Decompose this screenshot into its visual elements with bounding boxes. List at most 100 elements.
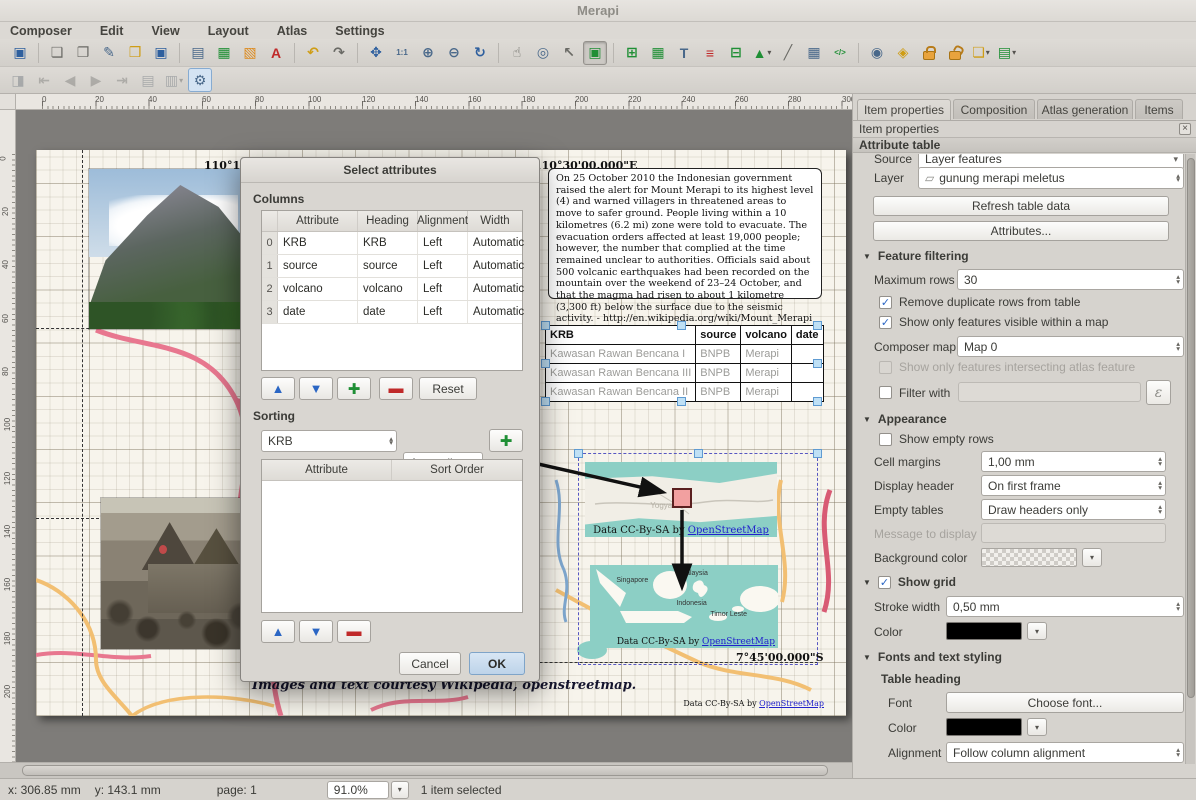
grid-color-dropdown[interactable]: ▾ <box>1027 622 1047 640</box>
new-composition-icon[interactable]: ❏ <box>45 41 69 65</box>
pan-icon[interactable]: ☝ <box>505 41 529 65</box>
open-folder-icon[interactable]: ❒ <box>123 41 147 65</box>
selection-handle[interactable] <box>677 321 686 330</box>
sort-move-down-button[interactable]: ▼ <box>299 620 333 643</box>
sort-remove-button[interactable]: ▬ <box>337 620 371 643</box>
redo-icon[interactable]: ↷ <box>327 41 351 65</box>
alignment-combo[interactable]: Follow column alignment ▴▾ <box>946 742 1184 763</box>
grid-header-width[interactable]: Width <box>468 211 522 231</box>
atlas-settings-icon[interactable]: ⚙ <box>188 68 212 92</box>
align-items-icon[interactable]: ▤▾ <box>995 41 1019 65</box>
column-move-down-button[interactable]: ▼ <box>299 377 333 400</box>
duplicate-composition-icon[interactable]: ❐ <box>71 41 95 65</box>
add-label-icon[interactable]: T <box>672 41 696 65</box>
refresh-table-data-button[interactable]: Refresh table data <box>873 196 1169 216</box>
appearance-section[interactable]: ▼Appearance <box>863 412 947 426</box>
selection-handle[interactable] <box>813 359 822 368</box>
unlock-items-icon[interactable] <box>943 41 967 65</box>
menu-layout[interactable]: Layout <box>208 24 249 38</box>
sort-attribute-combo[interactable]: KRB ▴▾ <box>261 430 397 452</box>
grid-color-swatch[interactable] <box>946 622 1022 640</box>
add-map-icon[interactable]: ⊞ <box>620 41 644 65</box>
grid-header-attribute[interactable]: Attribute <box>278 211 358 231</box>
display-header-combo[interactable]: On first frame ▴▾ <box>981 475 1166 496</box>
column-move-up-button[interactable]: ▲ <box>261 377 295 400</box>
close-icon[interactable]: × <box>1179 123 1191 135</box>
zoom-level-dropdown[interactable]: ▾ <box>391 781 409 799</box>
dialog-titlebar[interactable]: Select attributes <box>241 158 539 183</box>
sorting-grid[interactable]: Attribute Sort Order <box>261 459 523 613</box>
next-feature-icon[interactable]: ▶ <box>84 68 108 92</box>
zoom-region-icon[interactable]: ◎ <box>531 41 555 65</box>
tab-items[interactable]: Items <box>1135 99 1183 119</box>
export-svg-icon[interactable]: ▧ <box>238 41 262 65</box>
zoom-actual-icon[interactable]: 1:1 <box>390 41 414 65</box>
selection-handle[interactable] <box>813 321 822 330</box>
raise-items-icon[interactable]: ❏▾ <box>969 41 993 65</box>
ok-button[interactable]: OK <box>469 652 525 675</box>
refresh-icon[interactable]: ↻ <box>468 41 492 65</box>
menu-edit[interactable]: Edit <box>100 24 124 38</box>
sort-add-button[interactable]: ✚ <box>489 429 523 452</box>
undo-icon[interactable]: ↶ <box>301 41 325 65</box>
selection-handle[interactable] <box>813 449 822 458</box>
column-add-button[interactable]: ✚ <box>337 377 371 400</box>
zoom-in-icon[interactable]: ⊕ <box>416 41 440 65</box>
tab-composition[interactable]: Composition <box>953 99 1035 119</box>
heading-color-swatch[interactable] <box>946 718 1022 736</box>
selection-handle[interactable] <box>541 397 550 406</box>
cancel-button[interactable]: Cancel <box>399 652 461 675</box>
filter-with-checkbox[interactable] <box>879 386 892 399</box>
fonts-section[interactable]: ▼Fonts and text styling <box>863 650 1002 664</box>
first-feature-icon[interactable]: ⇤ <box>32 68 56 92</box>
zoom-level-combo[interactable]: 91.0% <box>327 781 389 799</box>
reset-button[interactable]: Reset <box>419 377 477 400</box>
grid-row[interactable]: 3 date date Left Automatic <box>262 301 522 324</box>
add-image-icon[interactable]: ▦ <box>646 41 670 65</box>
horizontal-scrollbar[interactable] <box>0 762 852 778</box>
scrollbar-thumb[interactable] <box>22 765 828 776</box>
expression-builder-button[interactable]: ε <box>1146 380 1171 405</box>
add-attribute-table-icon[interactable]: ▦ <box>802 41 826 65</box>
choose-font-button[interactable]: Choose font... <box>946 692 1184 713</box>
previous-feature-icon[interactable]: ◀ <box>58 68 82 92</box>
stroke-width-spinbox[interactable]: 0,50 mm ▴▾ <box>946 596 1184 617</box>
print-icon[interactable]: ▤ <box>186 41 210 65</box>
sort-header-order[interactable]: Sort Order <box>392 460 522 480</box>
tab-item-properties[interactable]: Item properties <box>857 99 951 120</box>
remove-duplicate-checkbox[interactable]: ✓ <box>879 296 892 309</box>
grid-header-alignment[interactable]: Alignment <box>418 211 468 231</box>
window-titlebar[interactable]: Merapi <box>0 0 1196 22</box>
show-grid-section[interactable]: ▼ ✓ Show grid <box>863 575 956 589</box>
selection-handle[interactable] <box>574 449 583 458</box>
composer-map-combo[interactable]: Map 0 ▴▾ <box>957 336 1184 357</box>
menu-settings[interactable]: Settings <box>335 24 384 38</box>
last-feature-icon[interactable]: ⇥ <box>110 68 134 92</box>
add-shape-icon[interactable]: ▲▾ <box>750 41 774 65</box>
add-arrow-icon[interactable]: ╱ <box>776 41 800 65</box>
grid-row[interactable]: 2 volcano volcano Left Automatic <box>262 278 522 301</box>
columns-grid[interactable]: Attribute Heading Alignment Width 0 KRB … <box>261 210 523 371</box>
menu-composer[interactable]: Composer <box>10 24 72 38</box>
export-image-icon[interactable]: ▦ <box>212 41 236 65</box>
empty-tables-combo[interactable]: Draw headers only ▴▾ <box>981 499 1166 520</box>
grid-header-heading[interactable]: Heading <box>358 211 418 231</box>
lock-items-icon[interactable] <box>917 41 941 65</box>
heading-color-dropdown[interactable]: ▾ <box>1027 718 1047 736</box>
selection-handle[interactable] <box>541 321 550 330</box>
selection-handle[interactable] <box>813 397 822 406</box>
intersect-atlas-checkbox[interactable] <box>879 361 892 374</box>
move-content-icon[interactable]: ◈ <box>891 41 915 65</box>
composition-manager-icon[interactable]: ✎ <box>97 41 121 65</box>
zoom-out-icon[interactable]: ⊖ <box>442 41 466 65</box>
feature-filtering-section[interactable]: ▼Feature filtering <box>863 249 969 263</box>
maximum-rows-spinbox[interactable]: 30 ▴▾ <box>957 269 1184 290</box>
grid-row[interactable]: 1 source source Left Automatic <box>262 255 522 278</box>
menu-atlas[interactable]: Atlas <box>277 24 308 38</box>
save-icon[interactable]: ▣ <box>8 41 32 65</box>
export-atlas-icon[interactable]: ▥▾ <box>162 68 186 92</box>
zoom-full-icon[interactable]: ✥ <box>364 41 388 65</box>
select-attributes-dialog[interactable]: Select attributes Columns Attribute Head… <box>240 157 540 682</box>
selection-handle[interactable] <box>694 449 703 458</box>
filter-expression-field[interactable] <box>958 382 1141 402</box>
